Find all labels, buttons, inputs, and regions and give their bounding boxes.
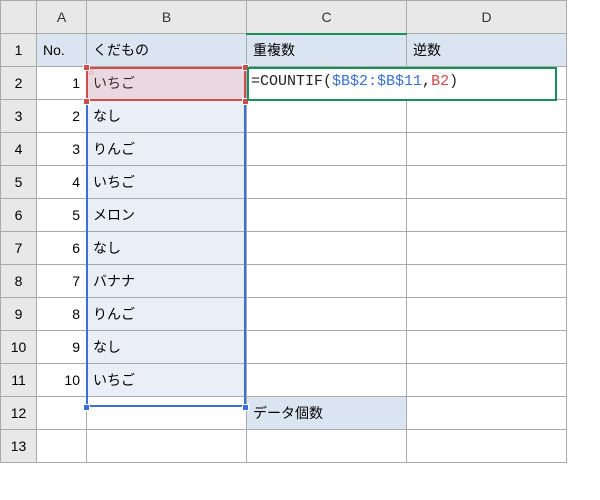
row-header[interactable]: 9: [1, 298, 37, 331]
row-header[interactable]: 3: [1, 100, 37, 133]
col-header-B[interactable]: B: [87, 1, 247, 34]
cell-D12[interactable]: [407, 397, 567, 430]
cell-B11[interactable]: いちご: [87, 364, 247, 397]
cell-D6[interactable]: [407, 199, 567, 232]
cell-C10[interactable]: [247, 331, 407, 364]
row-header[interactable]: 6: [1, 199, 37, 232]
cell-C1[interactable]: 重複数: [247, 34, 407, 67]
cell-B13[interactable]: [87, 430, 247, 463]
cell-B8[interactable]: バナナ: [87, 265, 247, 298]
cell-A6[interactable]: 5: [37, 199, 87, 232]
cell-A5[interactable]: 4: [37, 166, 87, 199]
table-row: 8 7 バナナ: [1, 265, 567, 298]
cell-B1[interactable]: くだもの: [87, 34, 247, 67]
select-all-corner[interactable]: [1, 1, 37, 34]
table-row: 6 5 メロン: [1, 199, 567, 232]
cell-A7[interactable]: 6: [37, 232, 87, 265]
cell-A11[interactable]: 10: [37, 364, 87, 397]
cell-C6[interactable]: [247, 199, 407, 232]
cell-B7[interactable]: なし: [87, 232, 247, 265]
cell-A13[interactable]: [37, 430, 87, 463]
cell-B9[interactable]: りんご: [87, 298, 247, 331]
range-handle[interactable]: [83, 404, 90, 411]
cell-C7[interactable]: [247, 232, 407, 265]
row-header[interactable]: 2: [1, 67, 37, 100]
cell-B10[interactable]: なし: [87, 331, 247, 364]
table-row: 9 8 りんご: [1, 298, 567, 331]
table-row: 12 データ個数: [1, 397, 567, 430]
cell-D5[interactable]: [407, 166, 567, 199]
row-header[interactable]: 4: [1, 133, 37, 166]
row-header[interactable]: 11: [1, 364, 37, 397]
cell-D10[interactable]: [407, 331, 567, 364]
col-header-D[interactable]: D: [407, 1, 567, 34]
cell-B4[interactable]: りんご: [87, 133, 247, 166]
cell-D7[interactable]: [407, 232, 567, 265]
cell-C5[interactable]: [247, 166, 407, 199]
formula-function: =COUNTIF: [251, 73, 323, 90]
table-row: 4 3 りんご: [1, 133, 567, 166]
spreadsheet[interactable]: A B C D 1 No. くだもの 重複数 逆数 2 1 いちご 3 2 なし…: [0, 0, 600, 463]
formula-paren-close: ): [449, 73, 458, 90]
cell-D4[interactable]: [407, 133, 567, 166]
cell-C8[interactable]: [247, 265, 407, 298]
cell-A12[interactable]: [37, 397, 87, 430]
cell-C13[interactable]: [247, 430, 407, 463]
cell-D11[interactable]: [407, 364, 567, 397]
table-row: 7 6 なし: [1, 232, 567, 265]
cell-B6[interactable]: メロン: [87, 199, 247, 232]
row-header[interactable]: 7: [1, 232, 37, 265]
cell-D9[interactable]: [407, 298, 567, 331]
cell-B2[interactable]: いちご: [87, 67, 247, 100]
formula-edit[interactable]: =COUNTIF($B$2:$B$11,B2): [247, 67, 557, 101]
table-row: 13: [1, 430, 567, 463]
row-header[interactable]: 13: [1, 430, 37, 463]
table-row: 5 4 いちご: [1, 166, 567, 199]
col-header-A[interactable]: A: [37, 1, 87, 34]
cell-C3[interactable]: [247, 100, 407, 133]
cell-B3[interactable]: なし: [87, 100, 247, 133]
range-handle[interactable]: [83, 98, 90, 105]
cell-D13[interactable]: [407, 430, 567, 463]
cell-D3[interactable]: [407, 100, 567, 133]
cell-C11[interactable]: [247, 364, 407, 397]
cell-A9[interactable]: 8: [37, 298, 87, 331]
row-header[interactable]: 8: [1, 265, 37, 298]
formula-comma: ,: [422, 73, 431, 90]
table-row: 1 No. くだもの 重複数 逆数: [1, 34, 567, 67]
row-header[interactable]: 12: [1, 397, 37, 430]
cell-D1[interactable]: 逆数: [407, 34, 567, 67]
col-header-C[interactable]: C: [247, 1, 407, 34]
row-header[interactable]: 10: [1, 331, 37, 364]
range-handle[interactable]: [242, 404, 249, 411]
cell-A4[interactable]: 3: [37, 133, 87, 166]
cell-A8[interactable]: 7: [37, 265, 87, 298]
cell-C9[interactable]: [247, 298, 407, 331]
cell-B12[interactable]: [87, 397, 247, 430]
cell-C12[interactable]: データ個数: [247, 397, 407, 430]
row-header[interactable]: 1: [1, 34, 37, 67]
row-header[interactable]: 5: [1, 166, 37, 199]
table-row: 10 9 なし: [1, 331, 567, 364]
cell-A2[interactable]: 1: [37, 67, 87, 100]
cell-A10[interactable]: 9: [37, 331, 87, 364]
table-row: 11 10 いちご: [1, 364, 567, 397]
cell-B5[interactable]: いちご: [87, 166, 247, 199]
column-header-row: A B C D: [1, 1, 567, 34]
cell-C4[interactable]: [247, 133, 407, 166]
cell-D8[interactable]: [407, 265, 567, 298]
cell-A3[interactable]: 2: [37, 100, 87, 133]
formula-paren-open: (: [323, 73, 332, 90]
formula-ref: B2: [431, 73, 449, 90]
range-handle[interactable]: [83, 64, 90, 71]
formula-range: $B$2:$B$11: [332, 73, 422, 90]
cell-A1[interactable]: No.: [37, 34, 87, 67]
